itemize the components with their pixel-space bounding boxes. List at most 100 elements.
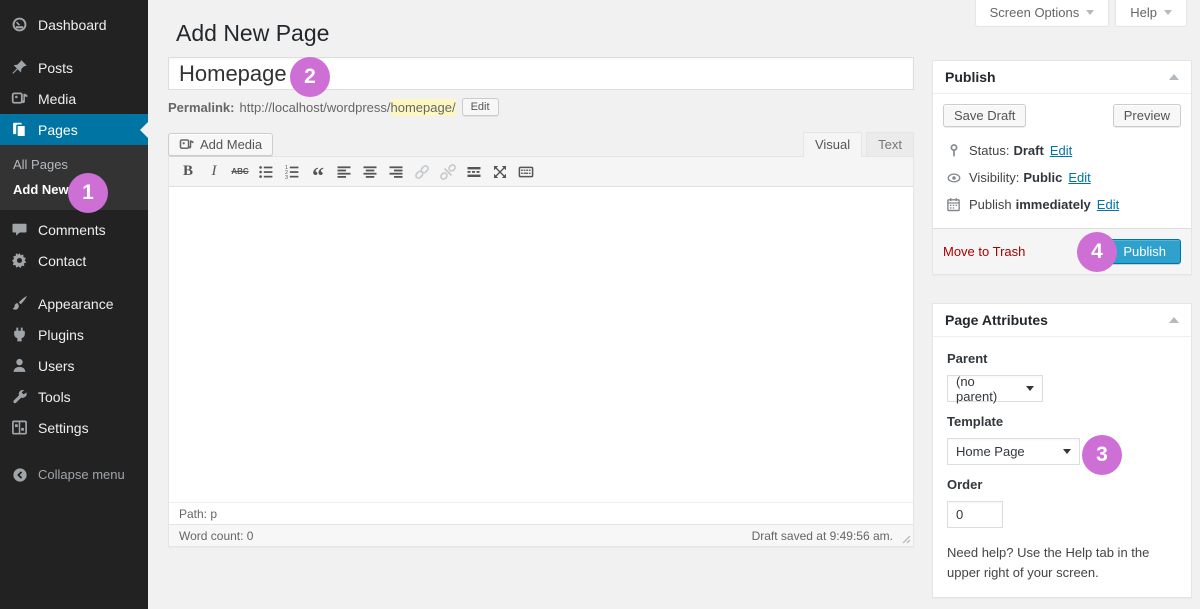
help-label: Help <box>1130 5 1157 20</box>
preview-button[interactable]: Preview <box>1113 104 1181 127</box>
sidebar-item-tools[interactable]: Tools <box>0 381 148 412</box>
screen-options-button[interactable]: Screen Options <box>975 0 1110 27</box>
appearance-icon <box>10 295 29 312</box>
blockquote-button[interactable]: “ <box>305 160 331 184</box>
sidebar-item-pages[interactable]: Pages <box>0 114 148 145</box>
italic-button[interactable]: I <box>201 160 227 184</box>
publish-time-edit-link[interactable]: Edit <box>1097 197 1119 212</box>
bold-button[interactable]: B <box>175 160 201 184</box>
sidebar-item-media[interactable]: Media <box>0 83 148 114</box>
template-select-value: Home Page <box>956 444 1025 459</box>
sidebar-item-label: Appearance <box>38 296 114 312</box>
unlink-button[interactable] <box>435 160 461 184</box>
panel-toggle-icon[interactable] <box>1169 317 1179 323</box>
strikethrough-button[interactable]: ABC <box>227 160 253 184</box>
collapse-menu-button[interactable]: Collapse menu <box>0 459 148 490</box>
template-select[interactable]: Home Page <box>947 438 1080 465</box>
save-draft-button[interactable]: Save Draft <box>943 104 1026 127</box>
sidebar-item-posts[interactable]: Posts <box>0 52 148 83</box>
more-tag-button[interactable] <box>461 160 487 184</box>
visibility-eye-icon <box>945 171 962 185</box>
collapse-menu-label: Collapse menu <box>38 467 125 482</box>
dropdown-caret-icon <box>1063 449 1071 454</box>
schedule-row: Publish immediately Edit <box>943 191 1181 218</box>
page-attributes-panel: Page Attributes Parent (no parent) Templ… <box>932 303 1192 598</box>
caret-down-icon <box>1164 10 1172 15</box>
admin-sidebar: Dashboard Posts Media Pages All Pages Ad… <box>0 0 148 609</box>
sidebar-item-contact[interactable]: Contact <box>0 245 148 276</box>
dashboard-icon <box>10 16 29 33</box>
editor-resize-handle[interactable] <box>900 533 911 544</box>
sidebar-item-label: Media <box>38 91 76 107</box>
parent-select-value: (no parent) <box>956 374 1014 404</box>
sidebar-item-dashboard[interactable]: Dashboard <box>0 9 148 40</box>
tab-text[interactable]: Text <box>866 132 914 156</box>
contact-gear-icon <box>10 252 29 269</box>
caret-down-icon <box>1086 10 1094 15</box>
word-count: Word count: 0 <box>179 529 253 543</box>
editor-content-area[interactable] <box>169 187 913 502</box>
page-attributes-title: Page Attributes <box>945 312 1048 328</box>
tab-visual[interactable]: Visual <box>803 132 862 157</box>
link-button[interactable] <box>409 160 435 184</box>
sidebar-separator <box>0 40 148 52</box>
panel-toggle-icon[interactable] <box>1169 74 1179 80</box>
sidebar-separator <box>0 276 148 288</box>
publish-panel: Publish Save Draft Preview Status: Draft… <box>932 60 1192 275</box>
sidebar-item-label: Posts <box>38 60 73 76</box>
editor-column: Permalink: http://localhost/wordpress/ho… <box>168 57 914 547</box>
numbered-list-button[interactable]: 123 <box>279 160 305 184</box>
post-title-input[interactable] <box>168 57 914 90</box>
template-label: Template <box>947 414 1177 429</box>
fullscreen-button[interactable] <box>487 160 513 184</box>
editor-toolbar: B I ABC 123 “ <box>169 157 913 187</box>
align-center-button[interactable] <box>357 160 383 184</box>
sidebar-item-comments[interactable]: Comments <box>0 214 148 245</box>
publish-panel-title: Publish <box>945 69 996 85</box>
plugins-icon <box>10 326 29 343</box>
tools-icon <box>10 388 29 405</box>
sidebar-item-plugins[interactable]: Plugins <box>0 319 148 350</box>
visibility-edit-link[interactable]: Edit <box>1068 170 1090 185</box>
users-icon <box>10 357 29 374</box>
annotation-circle-1: 1 <box>68 173 108 213</box>
help-button[interactable]: Help <box>1115 0 1187 27</box>
kitchen-sink-button[interactable] <box>513 160 539 184</box>
visibility-value: Public <box>1023 170 1062 185</box>
editor-path-bar: Path: p <box>169 502 913 524</box>
sidebar-item-label: Users <box>38 358 75 374</box>
align-left-button[interactable] <box>331 160 357 184</box>
status-pin-icon <box>945 143 962 158</box>
collapse-arrow-icon <box>10 466 29 483</box>
sidebar-item-settings[interactable]: Settings <box>0 412 148 443</box>
publish-button[interactable]: Publish <box>1108 239 1181 264</box>
add-media-button[interactable]: Add Media <box>168 133 273 156</box>
permalink-label: Permalink: <box>168 100 234 115</box>
order-label: Order <box>947 477 1177 492</box>
permalink-row: Permalink: http://localhost/wordpress/ho… <box>168 98 914 116</box>
sidebar-item-label: Contact <box>38 253 86 269</box>
bullet-list-button[interactable] <box>253 160 279 184</box>
parent-select[interactable]: (no parent) <box>947 375 1043 402</box>
status-value: Draft <box>1013 143 1043 158</box>
page-title: Add New Page <box>176 20 329 47</box>
media-icon <box>10 90 29 107</box>
page-attributes-help-text: Need help? Use the Help tab in the upper… <box>947 543 1177 583</box>
status-edit-link[interactable]: Edit <box>1050 143 1072 158</box>
move-to-trash-link[interactable]: Move to Trash <box>943 244 1025 259</box>
pages-icon <box>10 121 29 138</box>
permalink-edit-button[interactable]: Edit <box>462 98 499 116</box>
add-media-icon <box>179 137 194 152</box>
order-input[interactable] <box>947 501 1003 528</box>
align-right-button[interactable] <box>383 160 409 184</box>
sidebar-item-label: Plugins <box>38 327 84 343</box>
sidebar-item-users[interactable]: Users <box>0 350 148 381</box>
page-attributes-header[interactable]: Page Attributes <box>933 304 1191 337</box>
permalink-slug: homepage/ <box>391 99 456 116</box>
submenu-item-all-pages[interactable]: All Pages <box>0 152 148 177</box>
sidebar-item-label: Tools <box>38 389 71 405</box>
permalink-url: http://localhost/wordpress/ <box>239 100 390 115</box>
settings-column: Publish Save Draft Preview Status: Draft… <box>932 60 1192 598</box>
publish-panel-header[interactable]: Publish <box>933 61 1191 94</box>
sidebar-item-appearance[interactable]: Appearance <box>0 288 148 319</box>
